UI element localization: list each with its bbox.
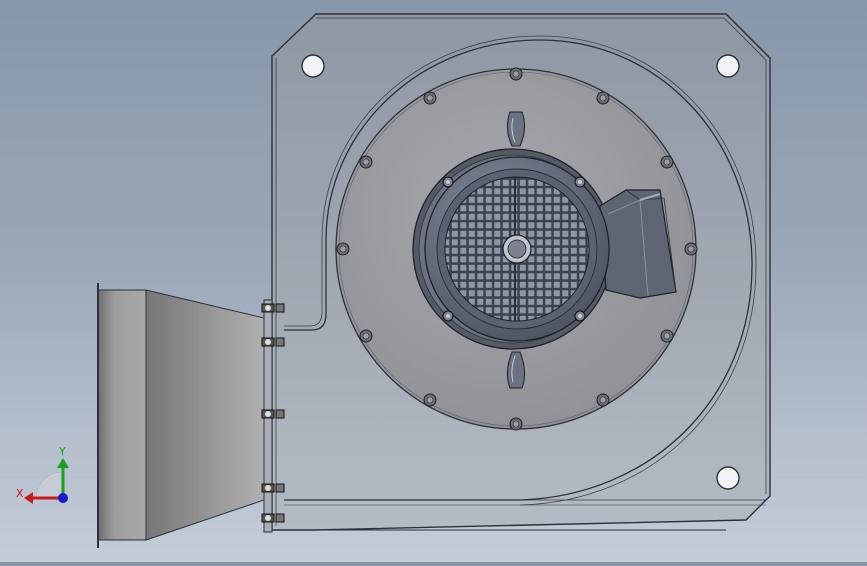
triad-y-arrowhead (57, 458, 69, 468)
triad-x-label: X (16, 487, 24, 500)
graphics-viewport[interactable]: Y X (0, 0, 867, 562)
triad-y-label: Y (58, 445, 66, 458)
lifting-eye-top (506, 111, 526, 147)
mounting-hole-top-right (716, 54, 740, 78)
mounting-hole-bottom-right (716, 466, 740, 490)
triad-z-axis (58, 493, 68, 503)
lifting-eye-bottom (506, 351, 526, 389)
outlet-duct-transition[interactable] (97, 283, 265, 548)
triad-x-arrowhead (24, 492, 33, 504)
motor-shaft-hub (502, 234, 532, 264)
reference-triad[interactable]: Y X (16, 445, 69, 504)
cad-model-canvas[interactable]: Y X (0, 0, 867, 562)
mounting-hole-top-left (301, 54, 325, 78)
